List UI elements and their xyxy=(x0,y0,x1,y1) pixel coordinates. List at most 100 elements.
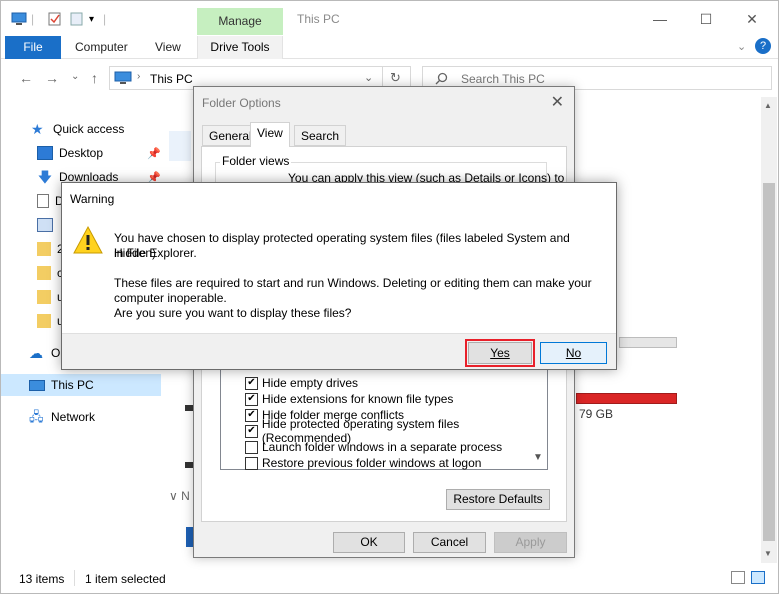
yes-label: Yes xyxy=(490,346,510,360)
scroll-down-icon[interactable]: ▼ xyxy=(764,549,772,558)
tab-drive-tools[interactable]: Drive Tools xyxy=(197,36,283,59)
check-restore-previous-windows[interactable]: Restore previous folder windows at logon xyxy=(245,455,481,471)
tab-search[interactable]: Search xyxy=(294,125,347,146)
folder-icon xyxy=(37,266,51,280)
refresh-button[interactable]: ↻ xyxy=(390,70,401,86)
nav-this-pc[interactable]: This PC xyxy=(1,374,161,396)
restore-defaults-button[interactable]: Restore Defaults xyxy=(446,489,550,510)
check-label: Restore previous folder windows at logon xyxy=(262,456,482,470)
item-count: 13 items xyxy=(19,572,65,586)
dialog-title: Warning xyxy=(70,192,115,206)
properties-icon[interactable] xyxy=(47,10,63,28)
ok-button[interactable]: OK xyxy=(333,532,405,553)
close-icon[interactable]: ✕ xyxy=(551,92,564,112)
this-pc-icon[interactable] xyxy=(11,10,27,28)
status-bar: 13 items 1 item selected xyxy=(1,569,778,593)
pictures-icon xyxy=(37,218,53,232)
separator: | xyxy=(31,12,35,26)
manage-tab[interactable]: Manage xyxy=(197,8,283,35)
check-label: Hide empty drives xyxy=(262,376,359,390)
check-label: Hide extensions for known file types xyxy=(262,392,454,406)
search-input[interactable]: Search This PC xyxy=(461,72,545,86)
apply-button: Apply xyxy=(494,532,567,553)
tab-computer[interactable]: Computer xyxy=(75,40,128,54)
address-path: This PC xyxy=(150,72,193,86)
checkbox[interactable] xyxy=(245,456,258,470)
folder-icon xyxy=(37,242,51,256)
nav-desktop[interactable]: Desktop 📌 xyxy=(1,142,161,164)
drive-usage-bar xyxy=(619,337,677,348)
forward-button[interactable]: → xyxy=(45,70,59,86)
minimize-button[interactable]: — xyxy=(637,7,683,31)
check-hide-extensions[interactable]: ✔ Hide extensions for known file types xyxy=(245,391,453,407)
large-icons-view-icon[interactable] xyxy=(751,571,765,584)
group-label: Folder views xyxy=(220,154,292,168)
tab-view[interactable]: View xyxy=(155,40,181,54)
separator: | xyxy=(103,12,107,26)
this-pc-icon xyxy=(29,379,45,391)
no-button[interactable]: No xyxy=(540,342,607,364)
no-label: No xyxy=(565,346,582,360)
checkbox[interactable]: ✔ xyxy=(245,408,258,422)
folder-icon xyxy=(37,290,51,304)
selection-count: 1 item selected xyxy=(85,572,166,586)
tab-view[interactable]: View xyxy=(250,122,290,147)
dialog-title: Folder Options xyxy=(202,96,281,110)
new-folder-icon[interactable] xyxy=(69,10,85,28)
nav-label: This PC xyxy=(51,378,94,392)
search-icon xyxy=(435,72,448,85)
customize-qa-icon[interactable]: ▾ xyxy=(89,10,94,28)
address-dropdown-icon[interactable]: ⌄ xyxy=(364,71,373,84)
divider xyxy=(74,570,75,586)
close-button[interactable]: ✕ xyxy=(729,7,775,31)
scroll-up-icon[interactable]: ▲ xyxy=(764,101,772,110)
document-icon xyxy=(37,194,49,208)
title-bar: | ▾ | Manage This PC — ☐ ✕ xyxy=(1,1,778,37)
file-tab[interactable]: File xyxy=(5,36,61,59)
group-header-fragment[interactable]: ∨ N xyxy=(169,489,190,503)
nav-quick-access[interactable]: ★ Quick access xyxy=(1,118,161,140)
checkbox[interactable] xyxy=(245,440,258,454)
checkbox[interactable]: ✔ xyxy=(245,424,258,438)
warning-icon xyxy=(73,225,103,254)
pin-icon[interactable]: 📌 xyxy=(147,147,161,160)
back-button[interactable]: ← xyxy=(19,70,33,86)
check-label: Launch folder windows in a separate proc… xyxy=(262,440,503,454)
check-hide-empty-drives[interactable]: ✔ Hide empty drives xyxy=(245,375,358,391)
warning-question: Are you sure you want to display these f… xyxy=(114,306,352,320)
cancel-button[interactable]: Cancel xyxy=(413,532,486,553)
warning-message-line: These files are required to start and ru… xyxy=(114,276,592,290)
nav-label: Quick access xyxy=(53,122,125,136)
yes-button[interactable]: Yes xyxy=(465,339,535,367)
checkbox[interactable]: ✔ xyxy=(245,392,258,406)
ribbon: File Computer View Drive Tools ⌄ ? xyxy=(1,36,778,59)
nav-label: Network xyxy=(51,410,96,424)
check-hide-protected-files[interactable]: ✔ Hide protected operating system files … xyxy=(245,417,547,445)
drive-usage-bar-full xyxy=(576,393,677,404)
expand-ribbon-icon[interactable]: ⌄ xyxy=(737,40,746,53)
scrollbar-thumb[interactable] xyxy=(763,183,775,541)
network-icon: 🖧 xyxy=(29,409,44,424)
recent-locations-button[interactable]: ⌄ xyxy=(71,71,79,82)
help-icon[interactable]: ? xyxy=(755,38,771,54)
details-view-icon[interactable] xyxy=(731,571,745,584)
desktop-icon xyxy=(37,146,53,160)
nav-network[interactable]: 🖧 Network xyxy=(1,406,161,428)
warning-dialog: Warning You have chosen to display prote… xyxy=(61,182,617,370)
checkbox[interactable]: ✔ xyxy=(245,376,258,390)
warning-message-line: in File Explorer. xyxy=(114,246,197,260)
cloud-icon: ☁ xyxy=(29,345,43,361)
warning-message-line: computer inoperable. xyxy=(114,291,227,305)
download-arrow-icon: 🡇 xyxy=(37,169,53,185)
scroll-down-icon[interactable]: ▼ xyxy=(533,452,543,463)
vertical-scrollbar[interactable]: ▲ ▼ xyxy=(761,97,777,563)
drive-size-text: 79 GB xyxy=(579,407,614,421)
breadcrumb-chevron-icon: › xyxy=(137,71,141,82)
dialog-button-bar: Yes No xyxy=(62,333,616,369)
window-title: This PC xyxy=(297,12,340,26)
content-icon-fragment xyxy=(169,131,191,161)
check-launch-separate-process[interactable]: Launch folder windows in a separate proc… xyxy=(245,439,502,455)
maximize-button[interactable]: ☐ xyxy=(683,7,729,31)
up-button[interactable]: ↑ xyxy=(91,70,98,86)
advanced-settings-list[interactable]: ✔ Hide empty drives ✔ Hide extensions fo… xyxy=(220,368,548,470)
